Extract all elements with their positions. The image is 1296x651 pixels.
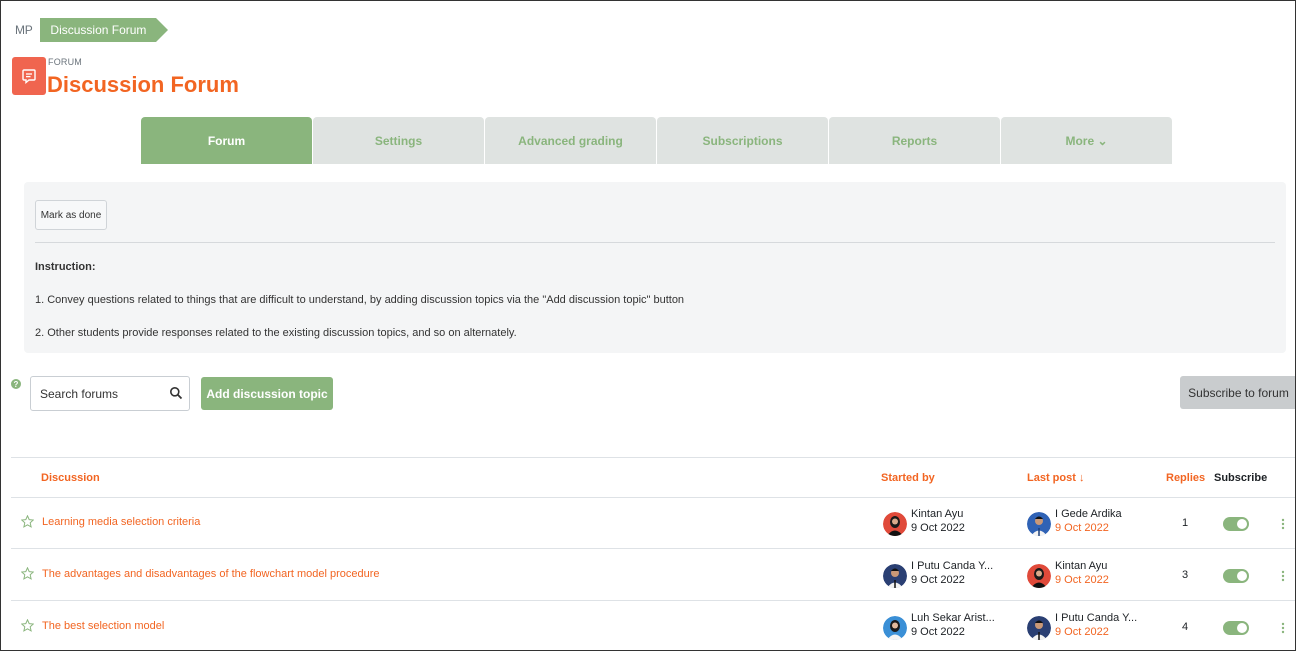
table-row: Learning media selection criteria Kintan… bbox=[11, 498, 1295, 549]
column-header-subscribe: Subscribe bbox=[1214, 472, 1268, 484]
discussion-link[interactable]: Learning media selection criteria bbox=[42, 516, 200, 528]
search-input[interactable] bbox=[31, 377, 163, 410]
last-post-author[interactable]: I Gede Ardika bbox=[1055, 508, 1122, 520]
last-post-date[interactable]: 9 Oct 2022 bbox=[1055, 626, 1109, 638]
replies-count[interactable]: 4 bbox=[1182, 621, 1188, 633]
starter-name[interactable]: I Putu Canda Y... bbox=[911, 560, 993, 572]
module-type-label: FORUM bbox=[48, 57, 82, 67]
star-icon[interactable] bbox=[21, 567, 34, 580]
discussion-link[interactable]: The best selection model bbox=[42, 620, 164, 632]
more-actions-icon[interactable] bbox=[1281, 518, 1285, 530]
page-title: Discussion Forum bbox=[47, 72, 239, 97]
activity-information-panel: Mark as done Instruction: 1. Convey ques… bbox=[24, 182, 1286, 353]
avatar[interactable] bbox=[1027, 512, 1051, 536]
tab-reports[interactable]: Reports bbox=[829, 117, 1000, 164]
avatar[interactable] bbox=[883, 616, 907, 640]
table-top-border bbox=[11, 457, 1295, 458]
more-actions-icon[interactable] bbox=[1281, 570, 1285, 582]
starter-name[interactable]: Luh Sekar Arist... bbox=[911, 612, 995, 624]
subscribe-toggle[interactable] bbox=[1223, 621, 1249, 635]
mark-as-done-button[interactable]: Mark as done bbox=[35, 200, 107, 230]
avatar[interactable] bbox=[1027, 564, 1051, 588]
forum-page: { "breadcrumb": { "root": "MP", "current… bbox=[0, 0, 1296, 651]
avatar[interactable] bbox=[1027, 616, 1051, 640]
column-header-replies[interactable]: Replies bbox=[1166, 472, 1205, 484]
tab-more[interactable]: More ⌄ bbox=[1001, 117, 1172, 164]
starter-name[interactable]: Kintan Ayu bbox=[911, 508, 963, 520]
tab-settings[interactable]: Settings bbox=[313, 117, 484, 164]
breadcrumb: MP Discussion Forum bbox=[15, 18, 169, 42]
instruction-line-2: 2. Other students provide responses rela… bbox=[35, 327, 517, 339]
replies-count[interactable]: 3 bbox=[1182, 569, 1188, 581]
table-row: The best selection model Luh Sekar Arist… bbox=[11, 602, 1295, 650]
start-date: 9 Oct 2022 bbox=[911, 574, 965, 586]
star-icon[interactable] bbox=[21, 515, 34, 528]
column-header-last-post[interactable]: Last post ↓ bbox=[1027, 472, 1084, 484]
tab-forum[interactable]: Forum bbox=[141, 117, 312, 164]
column-header-discussion[interactable]: Discussion bbox=[41, 472, 100, 484]
avatar[interactable] bbox=[883, 512, 907, 536]
tab-subscriptions[interactable]: Subscriptions bbox=[657, 117, 828, 164]
instruction-line-1: 1. Convey questions related to things th… bbox=[35, 294, 685, 306]
search-forums-box bbox=[30, 376, 190, 411]
secondary-navigation: Forum Settings Advanced grading Subscrip… bbox=[141, 117, 1173, 164]
start-date: 9 Oct 2022 bbox=[911, 626, 965, 638]
start-date: 9 Oct 2022 bbox=[911, 522, 965, 534]
discussion-link[interactable]: The advantages and disadvantages of the … bbox=[42, 568, 380, 580]
search-icon[interactable] bbox=[169, 386, 183, 400]
column-header-started-by[interactable]: Started by bbox=[881, 472, 935, 484]
add-discussion-topic-button[interactable]: Add discussion topic bbox=[201, 377, 333, 410]
last-post-author[interactable]: Kintan Ayu bbox=[1055, 560, 1107, 572]
tab-advanced-grading[interactable]: Advanced grading bbox=[485, 117, 656, 164]
subscribe-toggle[interactable] bbox=[1223, 569, 1249, 583]
star-icon[interactable] bbox=[21, 619, 34, 632]
breadcrumb-current[interactable]: Discussion Forum bbox=[40, 18, 169, 42]
subscribe-toggle[interactable] bbox=[1223, 517, 1249, 531]
more-actions-icon[interactable] bbox=[1281, 622, 1285, 634]
instruction-heading: Instruction: bbox=[35, 261, 96, 273]
breadcrumb-course-link[interactable]: MP bbox=[15, 23, 33, 37]
last-post-date[interactable]: 9 Oct 2022 bbox=[1055, 574, 1109, 586]
divider bbox=[35, 242, 1275, 243]
help-icon[interactable]: ? bbox=[11, 379, 21, 389]
table-row: The advantages and disadvantages of the … bbox=[11, 550, 1295, 601]
last-post-date[interactable]: 9 Oct 2022 bbox=[1055, 522, 1109, 534]
subscribe-to-forum-button[interactable]: Subscribe to forum bbox=[1180, 376, 1295, 409]
avatar[interactable] bbox=[883, 564, 907, 588]
last-post-author[interactable]: I Putu Canda Y... bbox=[1055, 612, 1137, 624]
replies-count[interactable]: 1 bbox=[1182, 517, 1188, 529]
forum-icon bbox=[12, 57, 46, 95]
